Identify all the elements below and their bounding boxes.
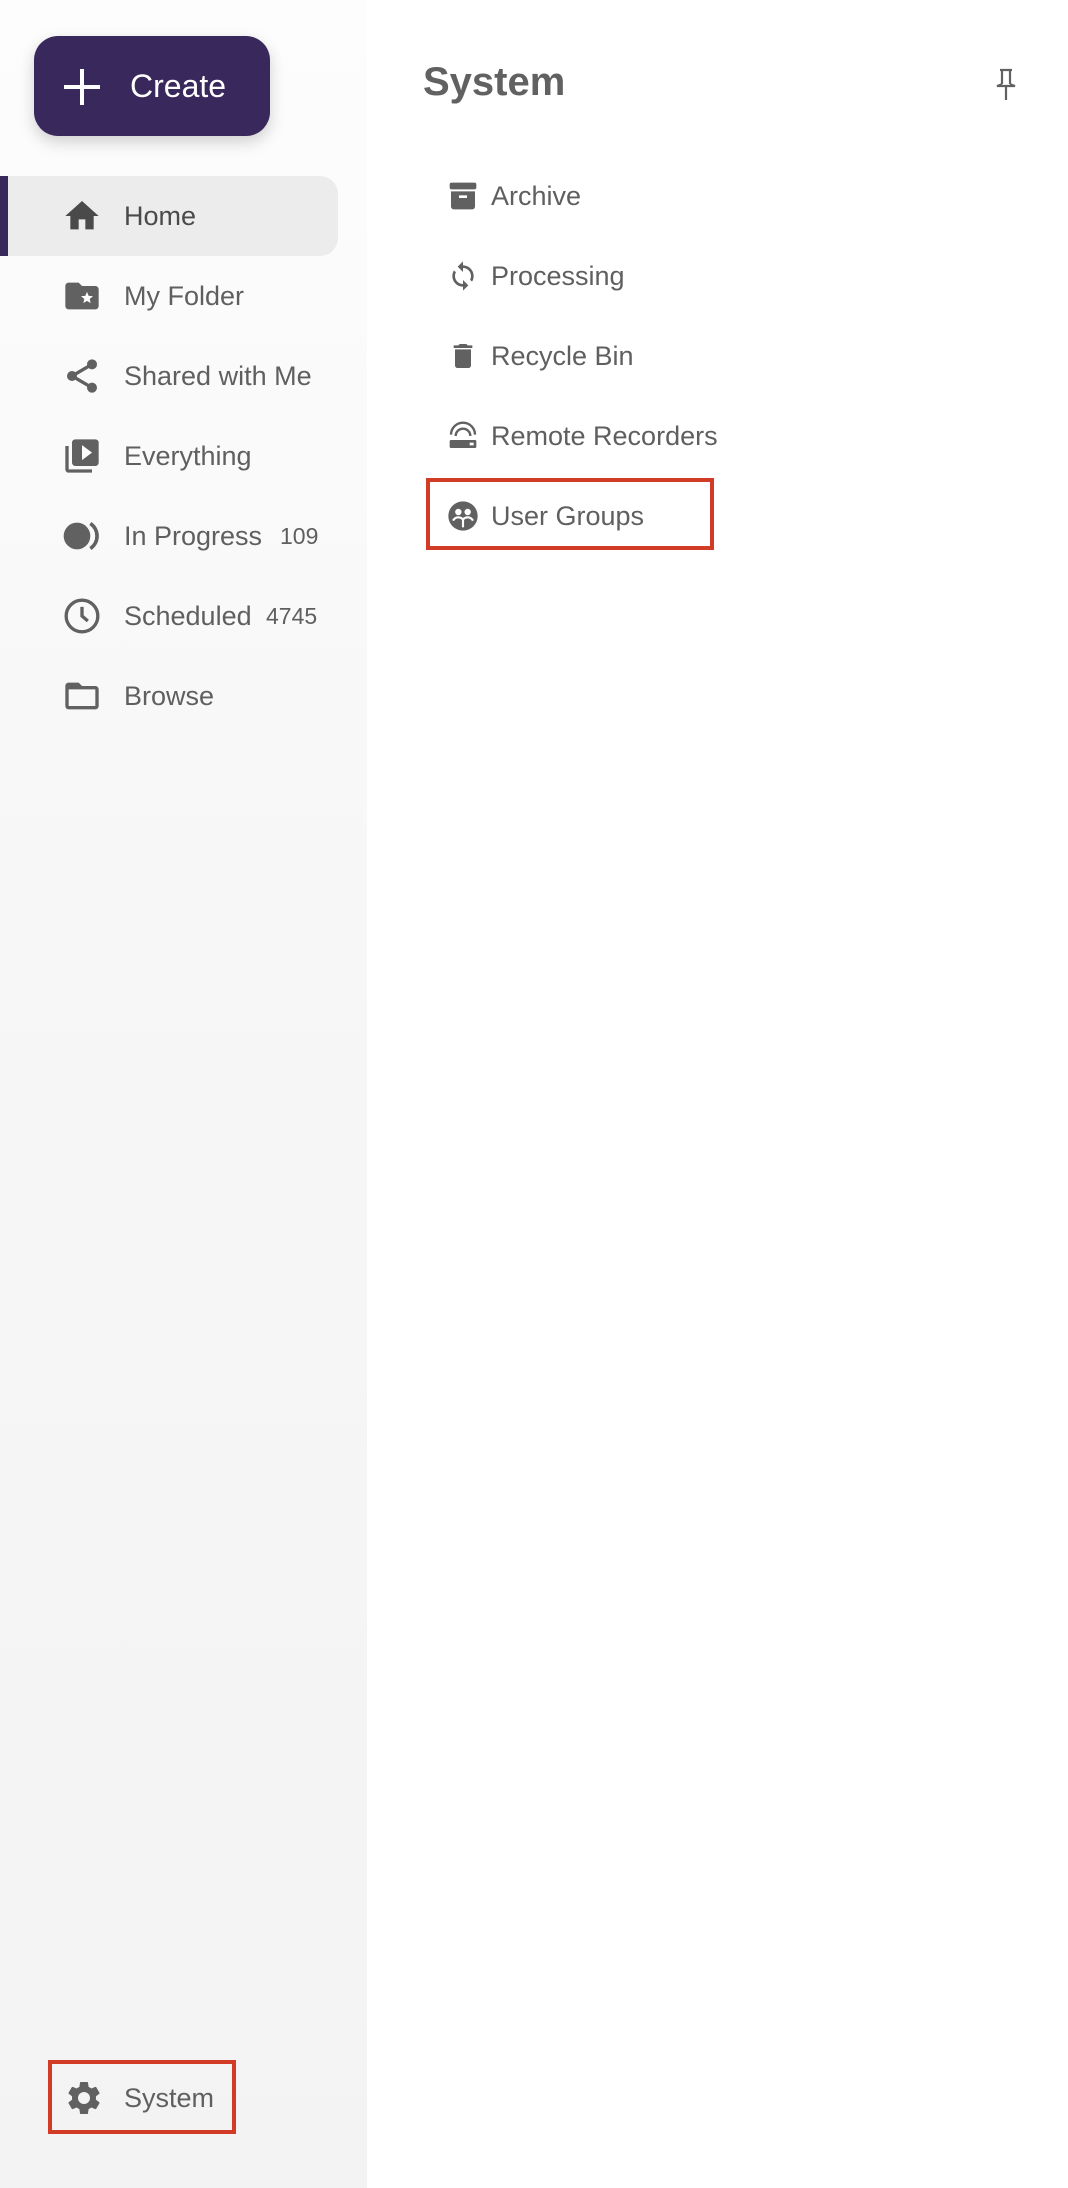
home-icon: [65, 201, 99, 230]
sidebar-item-label: My Folder: [124, 281, 245, 311]
sidebar: Create Home My Folder Shared with Me Eve…: [0, 0, 367, 2188]
system-label: System: [124, 2083, 215, 2113]
folder-outline-icon: [65, 682, 99, 710]
archive-icon: [449, 182, 477, 210]
system-item-label: Remote Recorders: [491, 421, 718, 451]
system-item-recycle-bin[interactable]: Recycle Bin: [427, 326, 827, 386]
system-item-processing[interactable]: Processing: [427, 246, 827, 306]
system-item-label: Recycle Bin: [491, 341, 634, 371]
panel-title: System: [423, 60, 566, 104]
trash-icon: [453, 344, 473, 368]
sidebar-item-label: Browse: [124, 681, 215, 711]
remote-recorder-icon: [449, 421, 477, 448]
pin-icon[interactable]: [993, 68, 1019, 102]
create-button[interactable]: Create: [34, 36, 270, 136]
sidebar-item-label: Home: [124, 201, 197, 231]
system-item-label: Archive: [491, 181, 582, 211]
in-progress-icon: [63, 521, 99, 551]
sidebar-item-scheduled[interactable]: Scheduled 4745: [0, 576, 367, 656]
sidebar-item-everything[interactable]: Everything: [0, 416, 367, 496]
system-panel: System Archive Processing Recycle Bin Re…: [367, 0, 1068, 2188]
plus-icon: [64, 69, 100, 105]
sidebar-item-label: Shared with Me: [124, 361, 312, 391]
sidebar-item-home[interactable]: Home: [0, 176, 338, 256]
sidebar-item-in-progress[interactable]: In Progress 109: [0, 496, 367, 576]
system-item-label: Processing: [491, 261, 625, 291]
user-groups-icon: [448, 501, 478, 531]
sidebar-item-label: Scheduled: [124, 601, 252, 631]
sidebar-item-my-folder[interactable]: My Folder: [0, 256, 367, 336]
gear-icon: [68, 2082, 100, 2114]
system-item-remote-recorders[interactable]: Remote Recorders: [427, 406, 827, 466]
clock-icon: [64, 598, 100, 634]
active-indicator: [0, 176, 8, 256]
video-library-icon: [65, 439, 99, 473]
scheduled-count: 4745: [266, 603, 318, 629]
system-item-user-groups[interactable]: User Groups: [427, 486, 827, 546]
sync-icon: [452, 261, 474, 291]
sidebar-item-label: Everything: [124, 441, 252, 471]
share-icon: [67, 359, 97, 393]
sidebar-nav: Home My Folder Shared with Me Everything…: [0, 176, 367, 736]
sidebar-item-label: In Progress: [124, 521, 263, 551]
sidebar-item-browse[interactable]: Browse: [0, 656, 367, 736]
system-item-label: User Groups: [491, 501, 645, 531]
folder-star-icon: [65, 282, 99, 310]
in-progress-count: 109: [280, 523, 319, 549]
sidebar-item-shared-with-me[interactable]: Shared with Me: [0, 336, 367, 416]
system-item-archive[interactable]: Archive: [427, 166, 827, 226]
create-button-label: Create: [130, 68, 227, 104]
sidebar-item-system[interactable]: System: [48, 2060, 236, 2134]
